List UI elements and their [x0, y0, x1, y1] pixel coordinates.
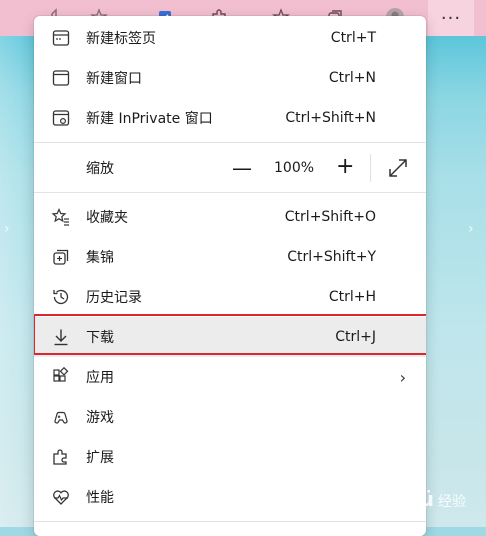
zoom-divider	[370, 154, 371, 182]
menu-item-shortcut: Ctrl+Shift+N	[285, 110, 376, 126]
menu-item-label: 新建标签页	[86, 28, 156, 48]
menu-divider	[34, 521, 426, 522]
menu-item-shortcut: Ctrl+H	[329, 289, 376, 305]
menu-item-label: 新建 InPrivate 窗口	[86, 108, 213, 128]
browser-settings-menu: 新建标签页 Ctrl+T 新建窗口 Ctrl+N 新建 InPrivate 窗口…	[34, 16, 426, 536]
menu-item-label: 收藏夹	[86, 207, 128, 227]
menu-item-games[interactable]: 游戏	[34, 397, 426, 437]
menu-item-new-inprivate-window[interactable]: 新建 InPrivate 窗口 Ctrl+Shift+N	[34, 98, 426, 138]
menu-item-new-tab[interactable]: 新建标签页 Ctrl+T	[34, 18, 426, 58]
zoom-out-button[interactable]: —	[232, 156, 252, 180]
menu-item-label: 集锦	[86, 247, 114, 267]
new-window-icon	[50, 67, 72, 89]
watermark: Baiдü经验	[368, 487, 466, 511]
collections-icon	[50, 246, 72, 268]
settings-more-button[interactable]: ···	[428, 0, 474, 36]
apps-icon	[50, 366, 72, 388]
carousel-prev-icon[interactable]: ›	[4, 221, 10, 237]
watermark-suffix: 经验	[438, 494, 466, 510]
menu-item-label: 性能	[86, 487, 114, 507]
menu-item-collections[interactable]: 集锦 Ctrl+Shift+Y	[34, 237, 426, 277]
menu-item-favorites[interactable]: 收藏夹 Ctrl+Shift+O	[34, 197, 426, 237]
zoom-in-button[interactable]: +	[336, 154, 354, 179]
new-tab-icon	[50, 27, 72, 49]
inprivate-window-icon	[50, 107, 72, 129]
carousel-next-icon[interactable]: ›	[468, 221, 474, 237]
menu-item-label: 新建窗口	[86, 68, 142, 88]
watermark-brand: Baiдü	[368, 487, 434, 511]
menu-item-shortcut: Ctrl+N	[329, 70, 376, 86]
menu-item-zoom: 缩放 — 100% +	[34, 148, 426, 188]
favorites-icon	[50, 206, 72, 228]
performance-icon	[50, 486, 72, 508]
fullscreen-icon[interactable]	[386, 156, 410, 180]
menu-item-shortcut: Ctrl+Shift+Y	[287, 249, 376, 265]
zoom-level: 100%	[274, 160, 314, 176]
history-icon	[50, 286, 72, 308]
menu-item-new-window[interactable]: 新建窗口 Ctrl+N	[34, 58, 426, 98]
submenu-chevron-right-icon: ›	[400, 368, 406, 387]
menu-item-label: 扩展	[86, 447, 114, 467]
menu-item-shortcut: Ctrl+Shift+O	[285, 209, 376, 225]
highlight-annotation-box	[34, 314, 426, 355]
zoom-label: 缩放	[86, 158, 114, 178]
menu-item-label: 应用	[86, 367, 114, 387]
menu-divider	[34, 192, 426, 193]
menu-item-label: 历史记录	[86, 287, 142, 307]
menu-divider	[34, 142, 426, 143]
extensions-icon	[50, 446, 72, 468]
menu-item-history[interactable]: 历史记录 Ctrl+H	[34, 277, 426, 317]
menu-item-apps[interactable]: 应用 ›	[34, 357, 426, 397]
menu-item-shortcut: Ctrl+T	[331, 30, 376, 46]
menu-item-label: 游戏	[86, 407, 114, 427]
games-icon	[50, 406, 72, 428]
menu-item-extensions[interactable]: 扩展	[34, 437, 426, 477]
